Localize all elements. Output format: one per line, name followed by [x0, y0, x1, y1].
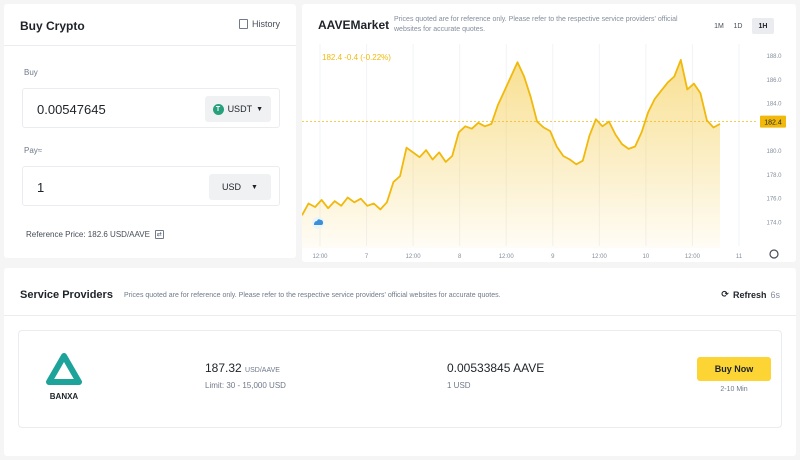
x-tick-label: 12:00	[499, 254, 515, 260]
y-tick-label: 180.0	[766, 149, 782, 155]
x-tick-label: 9	[551, 254, 555, 260]
chart-settings-icon	[769, 249, 779, 259]
provider-limit: Limit: 30 - 15,000 USD	[205, 381, 286, 390]
timeframe-1h[interactable]: 1H	[752, 18, 774, 34]
provider-row: BANXA 187.32 USD/AAVE Limit: 30 - 15,000…	[18, 330, 782, 428]
timeframe-1m[interactable]: 1M	[710, 18, 728, 34]
banxa-logo-icon	[46, 353, 82, 385]
buy-now-button[interactable]: Buy Now	[697, 357, 771, 381]
pay-label: Pay≈	[24, 146, 43, 155]
refresh-button[interactable]: ⟳ Refresh 6s	[721, 289, 780, 300]
x-tick-label: 12:00	[406, 254, 422, 260]
buy-crypto-panel: Buy Crypto History Buy 0.00547645 T USDT…	[4, 4, 296, 258]
y-tick-label: 186.0	[766, 78, 782, 84]
x-tick-label: 8	[458, 254, 462, 260]
x-tick-label: 12:00	[592, 254, 608, 260]
reference-price-text: Reference Price: 182.6 USD/AAVE	[26, 230, 150, 239]
provider-rate-value: 187.32	[205, 361, 242, 375]
provider-crypto-amount: 0.00533845 AAVE	[447, 361, 545, 375]
x-tick-label: 12:00	[312, 254, 328, 260]
market-title: AAVEMarket	[318, 18, 390, 32]
providers-note: Prices quoted are for reference only. Pl…	[124, 292, 501, 299]
x-tick-label: 12:00	[685, 254, 701, 260]
provider-processing-time: 2-10 Min	[720, 386, 748, 393]
caret-down-icon: ▼	[256, 105, 263, 113]
y-tick-label: 176.0	[766, 197, 782, 203]
provider-rate: 187.32 USD/AAVE	[205, 361, 280, 375]
current-price-tag-text: 182.4	[764, 120, 782, 127]
market-note: Prices quoted are for reference only. Pl…	[394, 16, 678, 33]
x-tick-label: 10	[643, 254, 650, 260]
live-price-readout: 182.4 -0.4 (-0.22%)	[322, 53, 391, 62]
swap-icon[interactable]: ⇄	[154, 230, 164, 239]
buy-label: Buy	[24, 68, 38, 77]
provider-fiat-amount: 1 USD	[447, 381, 471, 390]
buy-amount-value: 0.00547645	[37, 102, 106, 117]
provider-rate-unit: USD/AAVE	[245, 367, 280, 374]
refresh-icon: ⟳	[721, 289, 729, 299]
price-chart: 182.4 188.0 186.0 184.0 180.0 178.0 176.0 174.0…	[302, 44, 786, 260]
crypto-select-label: USDT	[227, 104, 253, 114]
buy-panel-title: Buy Crypto	[20, 19, 85, 33]
buy-panel-header: Buy Crypto History	[4, 4, 296, 46]
refresh-label: Refresh	[732, 289, 767, 300]
timeframe-1d[interactable]: 1D	[730, 18, 746, 34]
x-tick-label: 11	[736, 254, 743, 260]
pay-amount-value: 1	[37, 180, 45, 195]
provider-brand: BANXA	[39, 353, 89, 401]
provider-name: BANXA	[49, 392, 79, 401]
providers-title: Service Providers	[20, 289, 113, 301]
fiat-select-label: USD	[222, 182, 242, 192]
buy-amount-field[interactable]: 0.00547645 T USDT ▼	[22, 88, 280, 128]
history-icon	[238, 19, 248, 29]
market-chart-panel: 182.4 188.0 186.0 184.0 180.0 178.0 176.0 174.0…	[302, 4, 796, 262]
providers-header: Service Providers Prices quoted are for …	[4, 268, 796, 316]
chart-area	[302, 59, 720, 249]
pay-amount-field[interactable]: 1 USD ▼	[22, 166, 280, 206]
service-providers-panel: Service Providers Prices quoted are for …	[4, 268, 796, 456]
y-tick-label: 174.0	[766, 220, 782, 226]
crypto-select[interactable]: T USDT ▼	[204, 96, 271, 122]
fiat-select[interactable]: USD ▼	[209, 174, 271, 200]
history-label: History	[251, 19, 280, 29]
y-tick-label: 188.0	[766, 54, 782, 60]
x-tick-label: 7	[365, 254, 369, 260]
history-link[interactable]: History	[238, 19, 280, 29]
refresh-countdown: 6s	[770, 289, 780, 300]
y-tick-label: 184.0	[766, 102, 782, 108]
caret-down-icon: ▼	[251, 183, 258, 191]
reference-price: Reference Price: 182.6 USD/AAVE ⇄	[26, 230, 164, 239]
y-tick-label: 178.0	[766, 173, 782, 179]
usdt-icon: T	[212, 103, 224, 115]
